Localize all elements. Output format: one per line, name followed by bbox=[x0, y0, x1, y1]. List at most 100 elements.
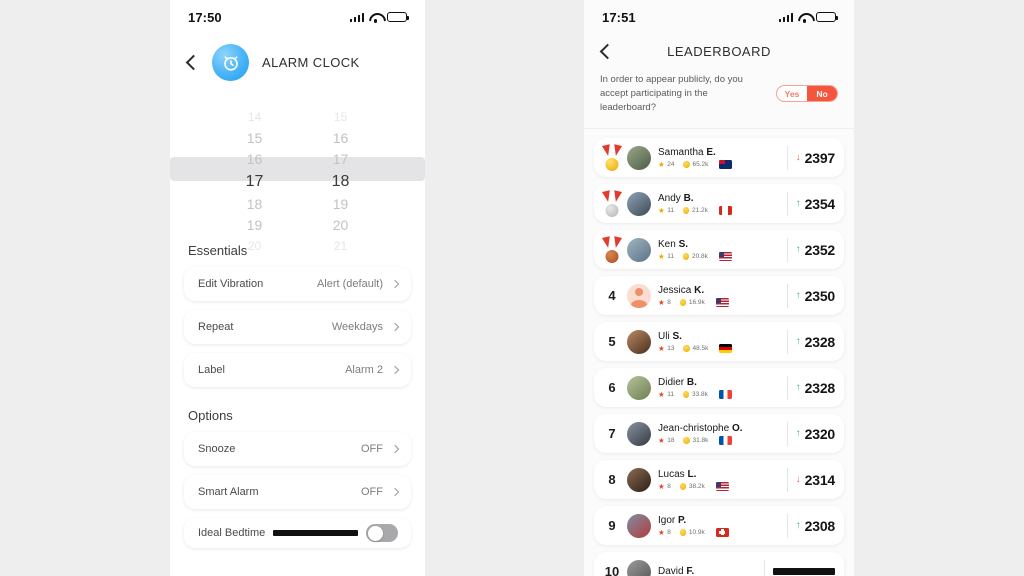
chevron-right-icon bbox=[390, 322, 400, 332]
row-smart-alarm[interactable]: Smart Alarm OFF bbox=[184, 475, 411, 509]
leaderboard-row[interactable]: 4 Jessica K. ★ 8 16.9k ↑ 2350 bbox=[594, 276, 844, 316]
player-info: Lucas L. ★ 8 38.2k bbox=[658, 469, 783, 491]
chevron-right-icon bbox=[390, 279, 400, 289]
stars-stat: ★ 8 bbox=[658, 481, 671, 491]
score-block: ↑ 2320 bbox=[796, 425, 836, 442]
minute-option[interactable]: 21 bbox=[324, 236, 358, 257]
hour-option-selected[interactable]: 17 bbox=[238, 170, 272, 194]
alarm-clock-icon bbox=[212, 44, 249, 81]
rank-indicator: 5 bbox=[600, 334, 624, 349]
leaderboard-row[interactable]: Samantha E. ★ 24 65.2k ↓ 2397 bbox=[594, 138, 844, 178]
stars-value: 8 bbox=[667, 298, 671, 306]
hour-option[interactable]: 14 bbox=[238, 107, 272, 128]
player-last-name: B. bbox=[683, 192, 694, 204]
coins-stat: 31.8k bbox=[683, 437, 708, 444]
leaderboard-row[interactable]: 5 Uli S. ★ 13 48.5k ↑ 2328 bbox=[594, 322, 844, 362]
hour-option[interactable]: 16 bbox=[238, 149, 272, 170]
back-button-icon[interactable] bbox=[599, 43, 616, 60]
leaderboard-row[interactable]: 6 Didier B. ★ 11 33.8k ↑ 2328 bbox=[594, 368, 844, 408]
row-label: Label bbox=[198, 364, 225, 376]
minute-option-selected[interactable]: 18 bbox=[324, 170, 358, 194]
coins-stat: 38.2k bbox=[679, 482, 705, 490]
hour-option[interactable]: 20 bbox=[238, 236, 272, 257]
country-flag-us bbox=[715, 297, 729, 307]
row-ideal-bedtime[interactable]: Ideal Bedtime bbox=[184, 518, 411, 548]
status-icons bbox=[349, 12, 410, 23]
avatar bbox=[627, 145, 651, 170]
coin-icon bbox=[683, 161, 690, 168]
time-picker[interactable]: 14 15 16 17 18 19 20 15 16 17 18 19 20 2… bbox=[170, 107, 425, 253]
row-snooze[interactable]: Snooze OFF bbox=[184, 432, 411, 466]
leaderboard-row[interactable]: Andy B. ★ 11 21.2k ↑ 2354 bbox=[594, 184, 844, 224]
hour-option[interactable]: 19 bbox=[238, 215, 272, 236]
hour-column[interactable]: 14 15 16 17 18 19 20 bbox=[238, 107, 272, 257]
minute-option[interactable]: 15 bbox=[324, 107, 358, 128]
row-divider bbox=[786, 467, 788, 492]
ideal-bedtime-toggle[interactable] bbox=[366, 524, 398, 542]
consent-yes-option[interactable]: Yes bbox=[777, 86, 807, 101]
coins-value: 10.9k bbox=[688, 528, 705, 536]
row-repeat[interactable]: Repeat Weekdays bbox=[184, 310, 411, 344]
leaderboard-row[interactable]: 7 Jean-christophe O. ★ 18 31.8k ↑ 2320 bbox=[594, 414, 844, 454]
row-edit-vibration[interactable]: Edit Vibration Alert (default) bbox=[184, 267, 411, 301]
avatar bbox=[627, 421, 651, 446]
leaderboard-list[interactable]: Samantha E. ★ 24 65.2k ↓ 2397 Andy B. ★ … bbox=[584, 129, 854, 576]
avatar bbox=[627, 191, 651, 216]
score-value: 2320 bbox=[804, 425, 836, 442]
hour-option[interactable]: 15 bbox=[238, 128, 272, 149]
leaderboard-row[interactable]: 10 David F. bbox=[594, 552, 844, 576]
back-button-icon[interactable] bbox=[185, 54, 202, 71]
leaderboard-row[interactable]: 9 Igor P. ★ 8 10.9k ↑ 2308 bbox=[594, 506, 844, 546]
minute-option[interactable]: 20 bbox=[324, 215, 358, 236]
consent-no-option[interactable]: No bbox=[807, 86, 837, 102]
score-value: 2308 bbox=[804, 517, 836, 534]
trend-down-icon: ↓ bbox=[795, 151, 801, 163]
score-block: ↓ 2314 bbox=[796, 471, 836, 488]
leaderboard-row[interactable]: 8 Lucas L. ★ 8 38.2k ↓ 2314 bbox=[594, 460, 844, 500]
score-value: 2397 bbox=[804, 149, 836, 166]
coins-stat: 33.8k bbox=[682, 391, 708, 398]
score-block: ↑ 2328 bbox=[796, 380, 836, 396]
coins-value: 38.2k bbox=[688, 482, 705, 490]
consent-toggle[interactable]: Yes No bbox=[776, 85, 838, 103]
player-last-name: S. bbox=[678, 238, 689, 250]
score-value: 2350 bbox=[804, 287, 836, 304]
silver-medal-icon bbox=[601, 190, 623, 217]
country-flag-au bbox=[719, 159, 733, 169]
player-last-name: O. bbox=[731, 422, 743, 434]
minute-column[interactable]: 15 16 17 18 19 20 21 bbox=[324, 107, 358, 257]
row-label[interactable]: Label Alarm 2 bbox=[184, 353, 411, 387]
player-info: Andy B. ★ 11 21.2k bbox=[658, 193, 783, 215]
rank-number: 8 bbox=[608, 472, 616, 488]
battery-icon bbox=[816, 12, 839, 22]
status-icons bbox=[778, 12, 839, 23]
wifi-icon bbox=[369, 12, 382, 23]
coins-stat: 20.8k bbox=[682, 253, 708, 260]
avatar bbox=[627, 329, 651, 354]
player-first-name: Jean-christophe bbox=[658, 422, 730, 434]
row-divider bbox=[786, 421, 788, 446]
score-value: 2314 bbox=[804, 471, 836, 488]
trend-up-icon: ↑ bbox=[795, 519, 801, 531]
row-value: OFF bbox=[361, 443, 383, 455]
avatar-placeholder bbox=[627, 283, 651, 308]
player-info: David F. bbox=[658, 566, 760, 576]
row-divider bbox=[786, 191, 788, 216]
leaderboard-row[interactable]: Ken S. ★ 11 20.8k ↑ 2352 bbox=[594, 230, 844, 270]
player-first-name: Andy bbox=[658, 192, 681, 204]
minute-option[interactable]: 19 bbox=[324, 194, 358, 215]
stars-value: 8 bbox=[667, 528, 671, 536]
avatar bbox=[627, 467, 651, 492]
minute-option[interactable]: 16 bbox=[324, 128, 358, 149]
minute-option[interactable]: 17 bbox=[324, 149, 358, 170]
rank-indicator: 7 bbox=[600, 426, 624, 441]
consent-question: In order to appear publicly, do you acce… bbox=[600, 74, 743, 113]
rank-number: 5 bbox=[608, 334, 616, 350]
rank-indicator: 8 bbox=[600, 472, 624, 487]
rank-indicator bbox=[600, 190, 624, 217]
coin-icon bbox=[683, 437, 690, 444]
hour-option[interactable]: 18 bbox=[238, 194, 272, 215]
stars-stat: ★ 11 bbox=[658, 251, 674, 261]
coins-stat: 48.5k bbox=[683, 345, 708, 352]
stars-value: 11 bbox=[667, 390, 674, 398]
